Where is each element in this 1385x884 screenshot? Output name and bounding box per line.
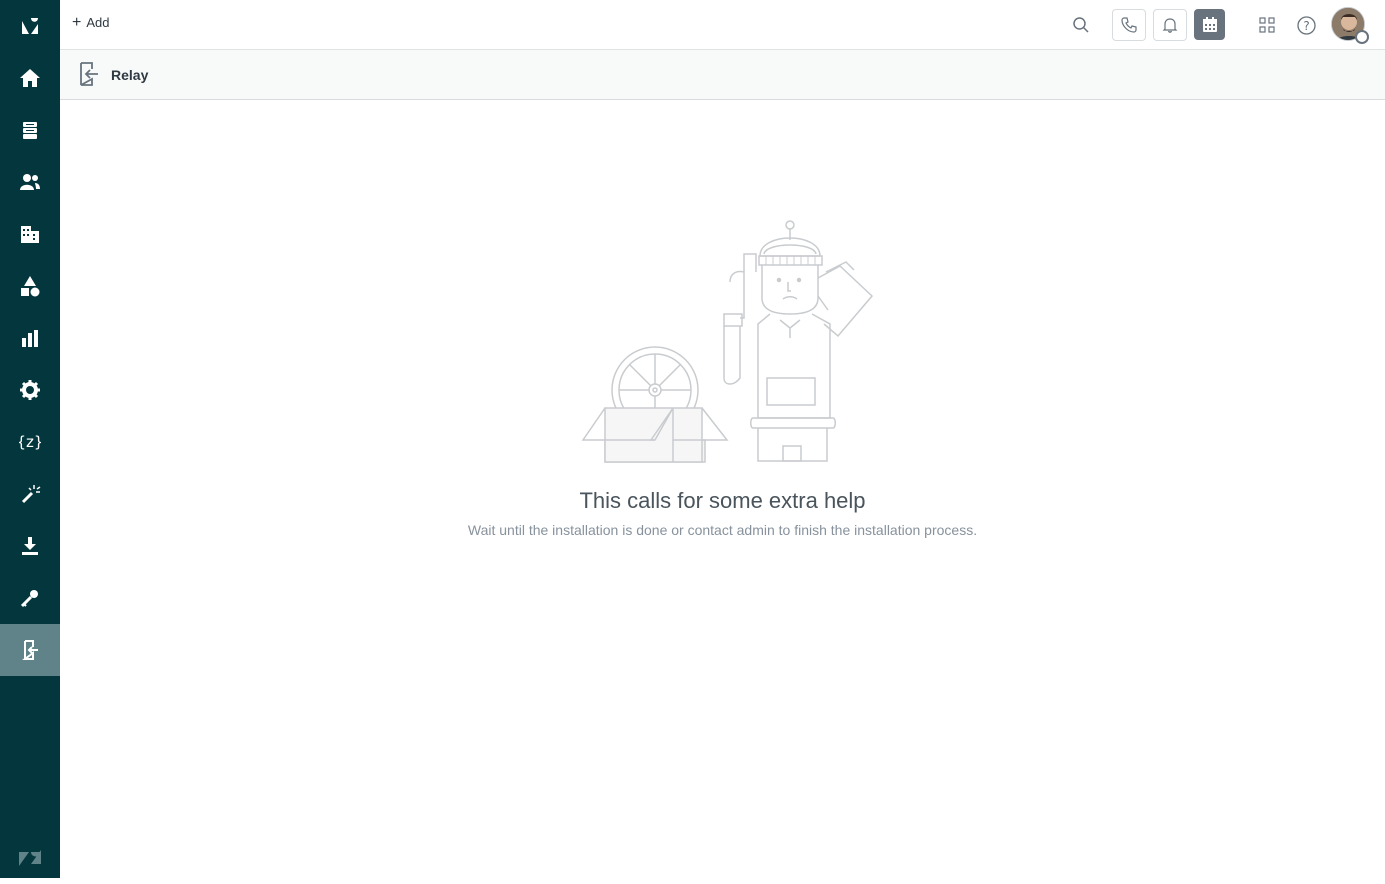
download-icon[interactable] bbox=[0, 520, 60, 572]
zendesk-logo-icon[interactable] bbox=[0, 0, 60, 52]
add-button[interactable]: + Add bbox=[72, 14, 110, 31]
top-bar: + Add ? bbox=[60, 0, 1385, 50]
bar-chart-icon[interactable] bbox=[0, 312, 60, 364]
relay-icon bbox=[77, 61, 99, 92]
views-icon[interactable] bbox=[0, 104, 60, 156]
sidebar: {z} bbox=[0, 0, 60, 878]
calendar-icon[interactable] bbox=[1194, 9, 1225, 40]
search-icon[interactable] bbox=[1065, 9, 1097, 41]
apps-grid-icon[interactable] bbox=[1251, 9, 1283, 41]
code-braces-icon[interactable]: {z} bbox=[0, 416, 60, 468]
key-icon[interactable] bbox=[0, 572, 60, 624]
organizations-icon[interactable] bbox=[0, 208, 60, 260]
relay-icon[interactable] bbox=[0, 624, 60, 676]
home-icon[interactable] bbox=[0, 52, 60, 104]
svg-text:{z}: {z} bbox=[19, 433, 41, 451]
magic-wand-icon[interactable] bbox=[0, 468, 60, 520]
plus-icon: + bbox=[72, 14, 82, 31]
svg-text:?: ? bbox=[1303, 19, 1309, 33]
help-icon[interactable]: ? bbox=[1290, 9, 1322, 41]
page-title: Relay bbox=[111, 67, 149, 83]
empty-state-headline: This calls for some extra help bbox=[579, 488, 866, 513]
bell-icon[interactable] bbox=[1153, 9, 1187, 41]
phone-icon[interactable] bbox=[1112, 9, 1146, 41]
status-indicator-icon bbox=[1355, 30, 1369, 44]
sub-header: Relay bbox=[60, 50, 1385, 100]
empty-state-description: Wait until the installation is done or c… bbox=[467, 522, 978, 538]
shapes-icon[interactable] bbox=[0, 260, 60, 312]
customers-icon[interactable] bbox=[0, 156, 60, 208]
installation-illustration bbox=[578, 218, 878, 469]
zendesk-z-icon[interactable] bbox=[0, 832, 60, 884]
gear-icon[interactable] bbox=[0, 364, 60, 416]
add-label: Add bbox=[86, 15, 110, 30]
